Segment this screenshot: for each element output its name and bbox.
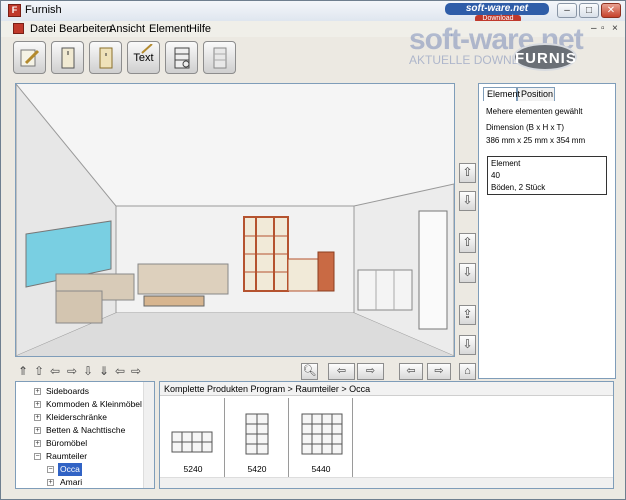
door-tool-button[interactable] (89, 41, 122, 74)
collapse-icon[interactable]: − (34, 453, 41, 460)
selection-text: Mehere elementen gewählt (486, 107, 583, 116)
move-up-button[interactable]: ⇧ (459, 163, 476, 183)
shelf-icon (174, 47, 190, 69)
product-code: 5420 (247, 464, 267, 474)
pan-left-icon[interactable]: ⇦ (115, 364, 125, 378)
watermark-site: soft-ware.net (445, 3, 549, 15)
tree-item-amari[interactable]: + Amari (16, 476, 144, 488)
maximize-button[interactable]: □ (579, 3, 599, 18)
mdi-minimize-icon[interactable]: – (591, 23, 597, 34)
expand-icon[interactable]: + (34, 388, 41, 395)
product-thumbnail (245, 413, 269, 455)
view-toolbar: ⇑ ⇧ ⇦ ⇨ ⇩ ⇓ ⇦ ⇨ 🔍︎ ⇦ ⇨ ⇦ ⇨ ⌂ (15, 361, 479, 381)
pencil-icon (20, 49, 40, 67)
expand-icon[interactable]: + (34, 440, 41, 447)
sofa-back (137, 263, 229, 295)
product-thumbnail (171, 431, 213, 453)
title-bar: F Furnish soft-ware.net Download – □ ✕ (1, 1, 625, 23)
mdi-restore-icon[interactable]: ▫ (601, 23, 605, 34)
zoom-button[interactable]: 🔍︎ (301, 363, 318, 380)
tree-item-bueromoebel[interactable]: + Büromöbel (16, 437, 144, 450)
expand-icon[interactable]: + (47, 479, 54, 486)
menu-ansicht[interactable]: Ansicht (109, 23, 145, 35)
product-tree: + Sideboards + Kommoden & Kleinmöbel + K… (15, 381, 155, 489)
collapse-icon[interactable]: − (47, 466, 54, 473)
cabinet-tool-button[interactable] (51, 41, 84, 74)
window-controls: – □ ✕ (557, 3, 621, 18)
tree-item-sideboards[interactable]: + Sideboards (16, 385, 144, 398)
breadcrumb: Komplette Produkten Program > Raumteiler… (160, 382, 613, 396)
panel-tool-button[interactable] (203, 41, 236, 74)
raise-button[interactable]: ⇧ (459, 233, 476, 253)
tree-item-occa[interactable]: − Occa (16, 463, 144, 476)
tree-item-kleiderschraenke[interactable]: + Kleiderschränke (16, 411, 144, 424)
rotate-up-icon[interactable]: ⇧ (34, 364, 44, 378)
expand-icon[interactable]: + (34, 401, 41, 408)
element-box-desc: Böden, 2 Stück (491, 183, 546, 192)
product-item[interactable]: 5440 (290, 398, 353, 478)
rotate-up-left-icon[interactable]: ⇑ (18, 364, 28, 378)
product-code: 5440 (311, 464, 331, 474)
back-button[interactable]: ⇦ (399, 363, 423, 380)
product-item[interactable]: 5420 (226, 398, 289, 478)
coffee-table (143, 295, 205, 307)
application-window: F Furnish soft-ware.net Download – □ ✕ D… (0, 0, 626, 500)
tree-scrollbar[interactable] (143, 382, 154, 488)
tree-item-kommoden[interactable]: + Kommoden & Kleinmöbel (16, 398, 144, 411)
cabinet-icon (61, 47, 75, 69)
app-icon: F (8, 4, 21, 17)
text-tool-button[interactable]: Text (127, 41, 160, 74)
next-button[interactable]: ⇨ (357, 363, 384, 380)
menu-datei[interactable]: Datei (30, 23, 56, 35)
tree-item-betten[interactable]: + Betten & Nachttische (16, 424, 144, 437)
product-item[interactable]: 5240 (162, 398, 225, 478)
mdi-close-icon[interactable]: × (612, 23, 618, 34)
menu-bearbeiten[interactable]: Bearbeiten (59, 23, 112, 35)
edit-tool-button[interactable] (13, 41, 46, 74)
previous-button[interactable]: ⇦ (328, 363, 355, 380)
tab-position[interactable]: Position (517, 87, 555, 101)
menu-hilfe[interactable]: Hilfe (189, 23, 211, 35)
rotate-down-icon[interactable]: ⇩ (83, 364, 93, 378)
sideboard-right (357, 269, 413, 311)
door-icon (99, 47, 113, 69)
pan-right-icon[interactable]: ⇨ (131, 364, 141, 378)
move-down-button[interactable]: ⇩ (459, 191, 476, 211)
product-gallery: Komplette Produkten Program > Raumteiler… (159, 381, 614, 489)
menu-element[interactable]: Element (149, 23, 189, 35)
expand-icon[interactable]: + (34, 414, 41, 421)
tab-element[interactable]: Element (483, 87, 520, 101)
document-icon[interactable] (13, 23, 24, 34)
lower-button[interactable]: ⇩ (459, 263, 476, 283)
close-button[interactable]: ✕ (601, 3, 621, 18)
rotate-left-icon[interactable]: ⇦ (50, 364, 60, 378)
furnis-logo: FURNIS (513, 43, 577, 71)
product-code: 5240 (183, 464, 203, 474)
properties-panel: Element Position Mehere elementen gewähl… (478, 83, 616, 379)
tilt-down-button[interactable]: ⇩ (459, 335, 476, 355)
rotate-down-right-icon[interactable]: ⇓ (99, 364, 109, 378)
window-title: Furnish (25, 4, 62, 16)
element-box-title: Element (491, 159, 521, 168)
expand-icon[interactable]: + (34, 427, 41, 434)
shelf-tool-button[interactable] (165, 41, 198, 74)
text-pencil-icon (141, 44, 153, 54)
3d-room-viewport[interactable] (15, 83, 455, 357)
home-button[interactable]: ⌂ (459, 363, 476, 380)
element-box-id: 40 (491, 171, 500, 180)
tilt-up-button[interactable]: ⇪ (459, 305, 476, 325)
panel-icon (213, 47, 227, 69)
tree-item-raumteiler[interactable]: − Raumteiler (16, 450, 144, 463)
dimension-label: Dimension (B x H x T) (486, 123, 565, 132)
dimension-value: 386 mm x 25 mm x 354 mm (486, 136, 586, 145)
element-info-box: Element 40 Böden, 2 Stück (487, 156, 607, 195)
minimize-button[interactable]: – (557, 3, 577, 18)
room-scene (16, 84, 454, 356)
rotate-right-icon[interactable]: ⇨ (67, 364, 77, 378)
product-thumbnail (301, 413, 343, 455)
gallery-scrollbar[interactable] (160, 477, 613, 488)
forward-button[interactable]: ⇨ (427, 363, 451, 380)
